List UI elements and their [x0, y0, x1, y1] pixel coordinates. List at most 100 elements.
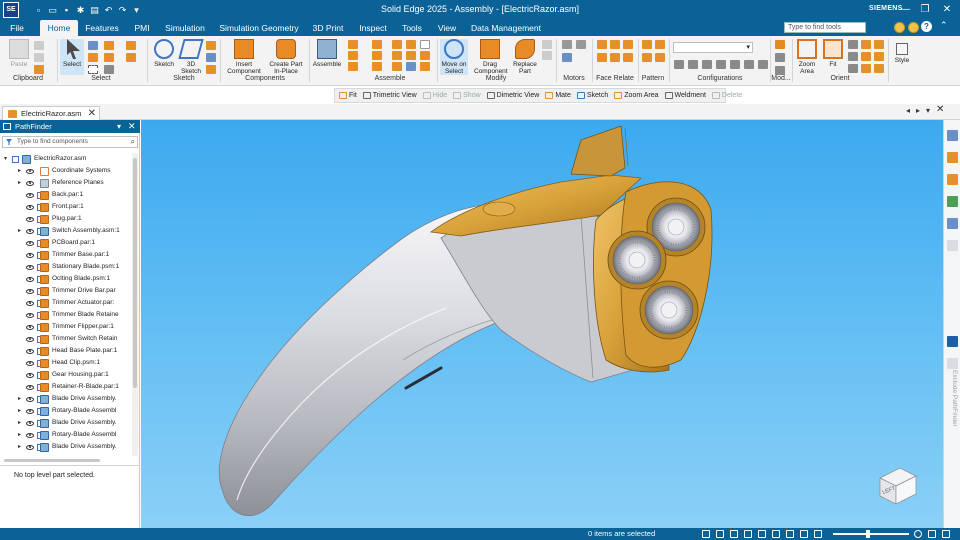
create-part-in-place-button[interactable]: Create Part In-Place [266, 39, 306, 75]
tab-features[interactable]: Features [84, 20, 120, 36]
select-tools-icon[interactable] [104, 41, 114, 50]
paste-button[interactable]: Paste [6, 39, 32, 68]
filter-icon[interactable] [6, 139, 12, 145]
selection-filter-icon[interactable] [88, 53, 98, 62]
select-menu-icon[interactable] [104, 65, 114, 74]
axial-align-icon[interactable] [348, 62, 358, 71]
face-relate-5-icon[interactable] [610, 53, 620, 62]
tab-list-icon[interactable]: ▾ [926, 106, 930, 115]
expand-icon[interactable]: ▸ [18, 228, 24, 234]
visibility-eye-icon[interactable] [26, 289, 34, 294]
expand-icon[interactable]: ▸ [18, 396, 24, 402]
relation-types-icon[interactable] [420, 40, 430, 49]
visibility-eye-icon[interactable] [26, 433, 34, 438]
electric-razor-model[interactable] [141, 120, 943, 528]
insert-component-button[interactable]: Insert Component [224, 39, 264, 75]
rigid-set-icon[interactable] [406, 51, 416, 60]
drag-component-button[interactable]: Drag Component [474, 39, 508, 75]
status-tool-2-icon[interactable] [716, 530, 724, 538]
mate-icon[interactable] [348, 40, 358, 49]
motor-icon[interactable] [562, 40, 572, 49]
copy-icon[interactable] [34, 53, 44, 62]
scrollbar-thumb[interactable] [133, 158, 137, 388]
tree-row[interactable]: ▸ Rotary-Blade Assembl [0, 405, 134, 417]
config-tool-3-icon[interactable] [702, 60, 712, 69]
status-tool-5-icon[interactable] [758, 530, 766, 538]
collapse-icon[interactable]: ▾ [4, 156, 10, 162]
zoom-slider-thumb[interactable] [866, 530, 870, 538]
select-checkbox[interactable] [12, 156, 19, 163]
zoom-area-button[interactable]: Zoom Area [795, 39, 819, 75]
component-search-input[interactable]: Type to find components ⌕ [2, 136, 138, 148]
tab-scroll-right-icon[interactable]: ▸ [916, 106, 920, 115]
sketch-button[interactable]: Sketch [152, 39, 176, 68]
view-orient-4-icon[interactable] [874, 40, 884, 49]
tab-scroll-left-icon[interactable]: ◂ [906, 106, 910, 115]
search-icon[interactable]: ⌕ [131, 137, 135, 147]
format-painter-icon[interactable] [34, 65, 44, 74]
rail-tool-8-icon[interactable] [947, 358, 958, 369]
status-tool-9-icon[interactable] [814, 530, 822, 538]
feedback-smile-icon[interactable] [894, 22, 905, 33]
tree-row[interactable]: ▸ Blade Drive Assembly. [0, 417, 134, 429]
tree-row[interactable]: ▸ Blade Drive Assembly. [0, 441, 134, 453]
delete-command[interactable]: Delete [711, 92, 742, 99]
visibility-eye-icon[interactable] [26, 325, 34, 330]
ground-icon[interactable] [406, 40, 416, 49]
face-relate-2-icon[interactable] [610, 40, 620, 49]
rail-tool-5-icon[interactable] [947, 218, 958, 229]
tree-row[interactable]: Oclting Blade.psm:1 [0, 273, 134, 285]
tab-view[interactable]: View [436, 20, 458, 36]
tab-home[interactable]: Home [40, 20, 78, 36]
duplicate-icon[interactable] [642, 53, 652, 62]
tree-row[interactable]: Head Clip.psm:1 [0, 357, 134, 369]
visibility-eye-icon[interactable] [26, 301, 34, 306]
close-document-icon[interactable]: ✕ [936, 104, 944, 115]
rail-tool-6-icon[interactable] [947, 240, 958, 251]
visibility-eye-icon[interactable] [26, 313, 34, 318]
weldment-command[interactable]: Weldment [664, 92, 706, 99]
gear-icon[interactable] [392, 62, 402, 71]
document-tab-electricrazor[interactable]: ElectricRazor.asm ✕ [2, 106, 100, 120]
linear-motor-icon[interactable] [576, 40, 586, 49]
tree-row[interactable]: ▾ ElectricRazor.asm [0, 153, 134, 165]
visibility-eye-icon[interactable] [26, 397, 34, 402]
expand-icon[interactable]: ▸ [18, 168, 24, 174]
quick-pick-icon[interactable] [126, 41, 136, 50]
config-tool-7-icon[interactable] [758, 60, 768, 69]
rail-tool-3-icon[interactable] [947, 174, 958, 185]
path-icon[interactable] [406, 62, 416, 71]
tab-simulation[interactable]: Simulation [163, 20, 207, 36]
cutter-head-2[interactable] [607, 230, 667, 290]
show-hide-icon[interactable] [104, 53, 114, 62]
move-on-select-button[interactable]: Move on Select [440, 39, 468, 75]
3d-viewport[interactable]: LEFT [141, 120, 943, 528]
tree-horizontal-scrollbar[interactable] [4, 459, 100, 462]
face-relate-1-icon[interactable] [597, 40, 607, 49]
tab-data-management[interactable]: Data Management [470, 20, 542, 36]
view-cube[interactable]: LEFT [874, 464, 920, 506]
tree-row[interactable]: ▸ Switch Assembly.asm:1 [0, 225, 134, 237]
face-relate-6-icon[interactable] [623, 53, 633, 62]
status-tool-7-icon[interactable] [786, 530, 794, 538]
visibility-eye-icon[interactable] [26, 385, 34, 390]
status-tool-1-icon[interactable] [702, 530, 710, 538]
cam-icon[interactable] [392, 51, 402, 60]
select-button[interactable]: Select [60, 39, 84, 75]
hide-command[interactable]: Hide [422, 92, 447, 99]
tab-file[interactable]: File [6, 20, 28, 36]
status-tool-8-icon[interactable] [800, 530, 808, 538]
tree-row[interactable]: Retainer-R-Blade.par:1 [0, 381, 134, 393]
rotate-icon[interactable] [848, 64, 858, 73]
tree-row[interactable]: Trimmer Base.par:1 [0, 249, 134, 261]
fit-command[interactable]: Fit [339, 92, 357, 99]
along-curve-icon[interactable] [655, 53, 665, 62]
rail-tool-2-icon[interactable] [947, 152, 958, 163]
box-select-icon[interactable] [88, 65, 98, 74]
maximize-button[interactable]: ❐ [918, 3, 932, 16]
visibility-eye-icon[interactable] [26, 373, 34, 378]
expand-icon[interactable]: ▸ [18, 444, 24, 450]
zoom-icon[interactable] [848, 40, 858, 49]
fit-button[interactable]: Fit [822, 39, 844, 68]
sketch-tool-2-icon[interactable] [206, 53, 216, 62]
